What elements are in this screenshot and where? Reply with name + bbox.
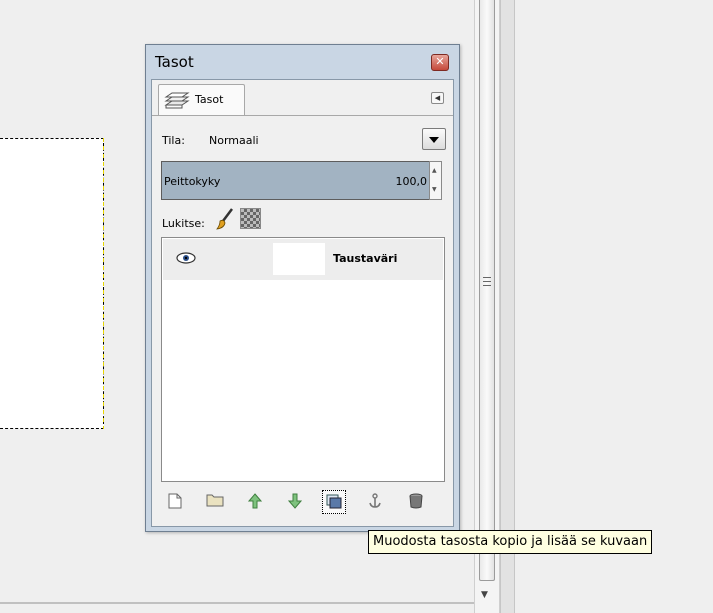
layer-name[interactable]: Taustaväri	[333, 252, 397, 265]
delete-layer-icon	[409, 493, 423, 509]
lower-layer-button[interactable]	[283, 490, 307, 514]
new-layer-icon	[168, 493, 182, 509]
tab-layers[interactable]: Tasot	[158, 84, 245, 116]
layers-dialog: Tasot ✕ Tasot ◀ Tila: Normaali Peittokyk…	[145, 44, 460, 532]
grip-icon	[483, 277, 491, 286]
new-layer-group-icon	[206, 494, 224, 507]
new-layer-button[interactable]	[163, 490, 187, 514]
dock-separator[interactable]	[500, 0, 515, 613]
mode-select[interactable]: Normaali	[209, 134, 259, 147]
opacity-label: Peittokyky	[164, 175, 221, 188]
eye-icon[interactable]	[175, 251, 197, 265]
opacity-value[interactable]: 100,0	[396, 175, 428, 188]
spin-down-icon[interactable]: ▼	[432, 186, 437, 193]
tab-label: Tasot	[195, 93, 224, 106]
scrollbar-thumb[interactable]	[479, 0, 495, 581]
tab-menu-icon[interactable]: ◀	[431, 92, 444, 104]
tooltip: Muodosta tasosta kopio ja lisää se kuvaa…	[368, 530, 653, 554]
image-boundary	[0, 138, 104, 429]
close-button[interactable]: ✕	[431, 54, 449, 71]
tab-divider	[152, 115, 453, 116]
delete-layer-button[interactable]	[404, 490, 428, 514]
layer-list[interactable]: Taustaväri	[161, 237, 445, 482]
lower-layer-icon	[288, 493, 302, 509]
mode-dropdown-icon[interactable]	[422, 128, 446, 150]
spin-up-icon[interactable]: ▲	[432, 167, 437, 174]
mode-label: Tila:	[162, 134, 185, 147]
layers-panel: Tasot ◀ Tila: Normaali Peittokyky 100,0 …	[151, 79, 454, 527]
vertical-scrollbar[interactable]: ▼	[474, 0, 500, 613]
anchor-layer-icon	[369, 493, 381, 508]
layer-row[interactable]: Taustaväri	[163, 239, 443, 280]
lock-pixels-brush-icon[interactable]	[216, 208, 234, 230]
scroll-down-arrow-icon[interactable]: ▼	[481, 590, 488, 600]
layers-toolbar	[161, 486, 445, 518]
canvas-bottom-edge	[0, 602, 474, 604]
duplicate-layer-icon	[326, 494, 342, 509]
duplicate-layer-button[interactable]	[322, 490, 346, 514]
layers-icon	[164, 92, 190, 109]
raise-layer-button[interactable]	[243, 490, 267, 514]
raise-layer-icon	[248, 493, 262, 509]
opacity-slider[interactable]: Peittokyky 100,0	[161, 161, 430, 200]
lock-alpha-checker-icon[interactable]	[240, 208, 261, 229]
new-layer-group-button[interactable]	[203, 490, 227, 514]
opacity-spinner[interactable]: ▲ ▼	[429, 161, 442, 200]
layer-thumbnail[interactable]	[273, 243, 325, 275]
dialog-title: Tasot	[155, 53, 194, 71]
lock-label: Lukitse:	[162, 217, 205, 230]
anchor-layer-button[interactable]	[363, 490, 387, 514]
